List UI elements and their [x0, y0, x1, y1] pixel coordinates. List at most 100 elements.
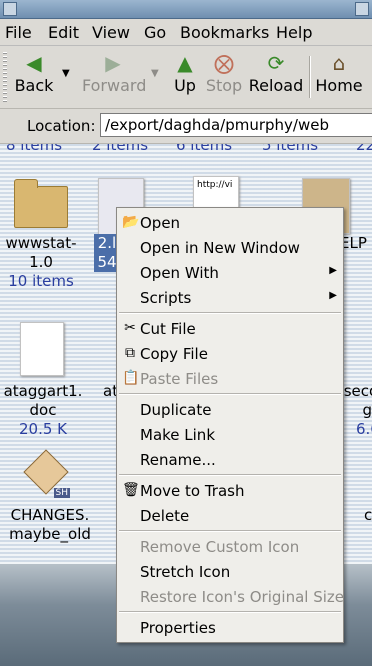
window-menu-icon[interactable] [3, 2, 17, 16]
file-name: 1.0 [29, 253, 53, 271]
menu-bookmarks[interactable]: Bookmarks [180, 23, 269, 42]
item-count-text: 8 items [6, 144, 63, 154]
menu-item-label: Restore Icon's Original Size [140, 588, 345, 606]
back-button[interactable]: ◀ Back [14, 50, 54, 106]
stop-icon: ⨂ [214, 51, 234, 75]
file-info: 20.5 K [18, 420, 67, 438]
back-label: Back [14, 76, 54, 95]
up-button[interactable]: ▲ Up [170, 50, 200, 106]
reload-button[interactable]: ⟳ Reload [248, 50, 304, 106]
menu-separator [119, 474, 341, 475]
scissors-icon: ✂ [124, 320, 136, 336]
item-count-text: 6 items [176, 144, 233, 154]
item-count-text: 5 items [262, 144, 319, 154]
menu-item-delete[interactable]: Delete [117, 504, 343, 528]
window-close-icon[interactable] [355, 2, 369, 16]
menu-item-properties[interactable]: Properties [117, 616, 343, 640]
menu-item-open-new-window[interactable]: Open in New Window [117, 236, 343, 260]
file-name: maybe_old [9, 525, 91, 543]
trash-icon: 🗑 [122, 482, 140, 498]
home-button[interactable]: ⌂ Home [315, 50, 363, 106]
file-item-changes[interactable]: CHANGES. maybe_old [0, 506, 100, 544]
file-info: 10 items [8, 272, 74, 290]
file-item-wwwstat[interactable]: wwwstat- 1.0 10 items [0, 234, 82, 291]
file-item-ataggart1[interactable]: ataggart1. doc 20.5 K [0, 382, 86, 439]
menu-item-paste-files[interactable]: 📋 Paste Files [117, 367, 343, 391]
location-bar: Location: /export/daghda/pmurphy/web [0, 109, 372, 144]
file-item-c[interactable]: c [364, 506, 372, 525]
menu-item-copy-file[interactable]: ⧉ Copy File [117, 342, 343, 366]
doc-file-icon[interactable] [20, 322, 64, 376]
menu-edit[interactable]: Edit [48, 23, 79, 42]
file-name: c [364, 506, 372, 524]
toolbar-separator [309, 56, 310, 98]
menu-item-label: Open in New Window [140, 239, 300, 257]
menu-separator [119, 611, 341, 612]
file-name: doc [29, 401, 57, 419]
file-item-help[interactable]: ELP [340, 234, 367, 253]
menu-item-label: Duplicate [140, 401, 212, 419]
menu-item-label: Properties [140, 619, 216, 637]
back-history-dropdown-icon[interactable]: ▼ [62, 68, 70, 79]
menu-file[interactable]: File [5, 23, 32, 42]
forward-label: Forward [82, 76, 147, 95]
folder-icon[interactable] [14, 179, 68, 228]
menu-help[interactable]: Help [276, 23, 312, 42]
window-titlebar [0, 0, 372, 19]
file-name: wwwstat- [5, 234, 77, 252]
menu-separator [119, 312, 341, 313]
menu-item-rename[interactable]: Rename... [117, 448, 343, 472]
menu-item-label: Move to Trash [140, 482, 245, 500]
home-icon: ⌂ [332, 51, 346, 75]
item-count-text: 2 items [92, 144, 149, 154]
menu-item-label: Remove Custom Icon [140, 538, 300, 556]
location-label: Location: [27, 117, 96, 135]
menu-item-cut-file[interactable]: ✂ Cut File [117, 317, 343, 341]
menu-item-label: Paste Files [140, 370, 219, 388]
menu-item-label: Copy File [140, 345, 208, 363]
file-name: ataggart1. [3, 382, 83, 400]
item-count: 22 [356, 144, 372, 155]
file-name: CHANGES. [10, 506, 90, 524]
menu-item-open-with[interactable]: Open With ▶ [117, 261, 343, 285]
thumbnail-text: http://vi [197, 180, 233, 190]
reload-icon: ⟳ [267, 51, 285, 75]
forward-button[interactable]: ▶ Forward [82, 50, 147, 106]
submenu-arrow-icon: ▶ [329, 290, 337, 301]
context-menu: 📂 Open Open in New Window Open With ▶ Sc… [116, 207, 344, 643]
stop-button[interactable]: ⨂ Stop [205, 50, 243, 106]
menu-item-scripts[interactable]: Scripts ▶ [117, 286, 343, 310]
menu-item-open[interactable]: 📂 Open [117, 211, 343, 235]
paste-icon: 📋 [122, 370, 140, 386]
menu-item-remove-custom-icon[interactable]: Remove Custom Icon [117, 535, 343, 559]
menu-item-move-to-trash[interactable]: 🗑 Move to Trash [117, 479, 343, 503]
menu-item-label: Open With [140, 264, 219, 282]
menu-separator [119, 393, 341, 394]
toolbar-grip[interactable] [3, 52, 7, 102]
menu-view[interactable]: View [92, 23, 130, 42]
toolbar: ◀ Back ▼ ▶ Forward ▼ ▲ Up ⨂ Stop ⟳ Reloa… [0, 46, 372, 109]
item-count: 2 items [92, 144, 148, 155]
shell-script-icon[interactable]: SH [23, 449, 70, 498]
item-count: 6 items [176, 144, 232, 155]
item-count: 5 items [262, 144, 318, 155]
menu-go[interactable]: Go [144, 23, 166, 42]
stop-label: Stop [205, 76, 243, 95]
item-count: 8 items [6, 144, 62, 155]
menu-item-label: Delete [140, 507, 190, 525]
menu-item-label: Open [140, 214, 181, 232]
reload-label: Reload [248, 76, 304, 95]
menubar: File Edit View Go Bookmarks Help [0, 19, 372, 46]
forward-history-dropdown-icon[interactable]: ▼ [151, 68, 159, 79]
file-name: g [362, 401, 372, 419]
menu-item-make-link[interactable]: Make Link [117, 423, 343, 447]
file-info: 6.6 [356, 420, 372, 438]
location-input[interactable]: /export/daghda/pmurphy/web [100, 113, 372, 137]
file-item-seco[interactable]: seco g 6.6 [342, 382, 372, 439]
home-label: Home [315, 76, 363, 95]
menu-item-label: Cut File [140, 320, 196, 338]
menu-item-stretch-icon[interactable]: Stretch Icon [117, 560, 343, 584]
menu-item-duplicate[interactable]: Duplicate [117, 398, 343, 422]
menu-item-restore-icon-size[interactable]: Restore Icon's Original Size [117, 585, 345, 609]
menu-item-label: Scripts [140, 289, 192, 307]
